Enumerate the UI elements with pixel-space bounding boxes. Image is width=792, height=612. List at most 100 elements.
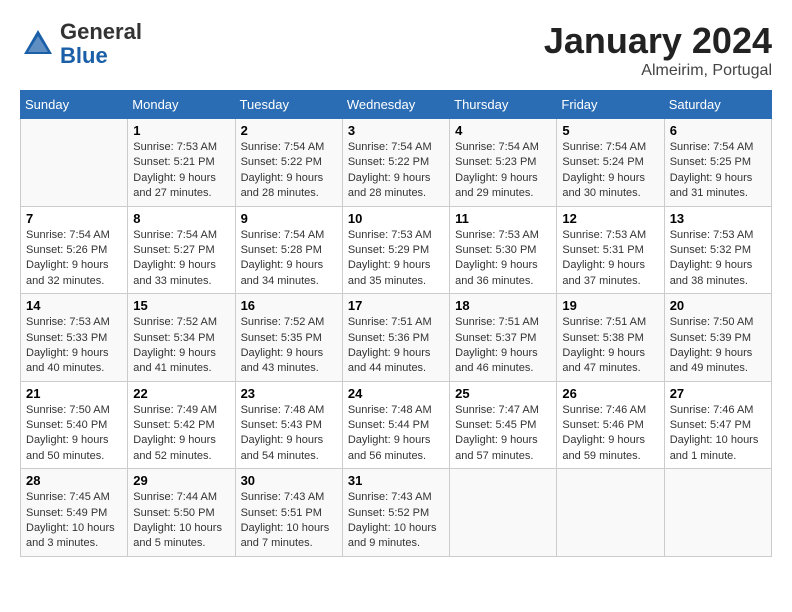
day-number: 25	[455, 386, 551, 401]
day-info: Sunrise: 7:54 AMSunset: 5:27 PMDaylight:…	[133, 228, 229, 290]
day-info: Sunrise: 7:54 AMSunset: 5:22 PMDaylight:…	[241, 140, 337, 202]
day-info: Sunrise: 7:44 AMSunset: 5:50 PMDaylight:…	[133, 490, 229, 552]
calendar-cell: 26Sunrise: 7:46 AMSunset: 5:46 PMDayligh…	[557, 381, 664, 469]
calendar-cell: 30 Sunrise: 7:43 AMSunset: 5:51 PMDayligh…	[235, 469, 342, 557]
calendar-week-row: 21Sunrise: 7:50 AMSunset: 5:40 PMDayligh…	[21, 381, 772, 469]
day-number: 15	[133, 298, 229, 313]
calendar-cell: 24 Sunrise: 7:48 AMSunset: 5:44 PMDayligh…	[342, 381, 449, 469]
calendar-cell: 29 Sunrise: 7:44 AMSunset: 5:50 PMDayligh…	[128, 469, 235, 557]
day-info: Sunrise: 7:54 AMSunset: 5:22 PMDaylight:…	[348, 140, 444, 202]
calendar-table: SundayMondayTuesdayWednesdayThursdayFrid…	[20, 90, 772, 557]
day-info: Sunrise: 7:53 AMSunset: 5:29 PMDaylight:…	[348, 228, 444, 290]
day-info: Sunrise: 7:52 AMSunset: 5:34 PMDaylight:…	[133, 315, 229, 377]
calendar-cell: 5 Sunrise: 7:54 AMSunset: 5:24 PMDaylight…	[557, 119, 664, 207]
day-info: Sunrise: 7:48 AMSunset: 5:43 PMDaylight:…	[241, 403, 337, 465]
calendar-cell: 4Sunrise: 7:54 AMSunset: 5:23 PMDaylight…	[450, 119, 557, 207]
calendar-week-row: 7 Sunrise: 7:54 AMSunset: 5:26 PMDaylight…	[21, 206, 772, 294]
day-number: 27	[670, 386, 766, 401]
day-info: Sunrise: 7:54 AMSunset: 5:28 PMDaylight:…	[241, 228, 337, 290]
calendar-cell: 7 Sunrise: 7:54 AMSunset: 5:26 PMDaylight…	[21, 206, 128, 294]
logo-text: General Blue	[60, 20, 142, 68]
day-info: Sunrise: 7:51 AMSunset: 5:36 PMDaylight:…	[348, 315, 444, 377]
day-info: Sunrise: 7:53 AMSunset: 5:21 PMDaylight:…	[133, 140, 229, 202]
day-info: Sunrise: 7:54 AMSunset: 5:25 PMDaylight:…	[670, 140, 766, 202]
calendar-week-row: 14Sunrise: 7:53 AMSunset: 5:33 PMDayligh…	[21, 294, 772, 382]
calendar-cell: 6 Sunrise: 7:54 AMSunset: 5:25 PMDaylight…	[664, 119, 771, 207]
day-number: 24	[348, 386, 444, 401]
calendar-cell: 18 Sunrise: 7:51 AMSunset: 5:37 PMDayligh…	[450, 294, 557, 382]
weekday-header: Tuesday	[235, 91, 342, 119]
day-number: 12	[562, 211, 658, 226]
weekday-header: Thursday	[450, 91, 557, 119]
calendar-cell: 16 Sunrise: 7:52 AMSunset: 5:35 PMDayligh…	[235, 294, 342, 382]
day-info: Sunrise: 7:50 AMSunset: 5:40 PMDaylight:…	[26, 403, 122, 465]
location: Almeirim, Portugal	[544, 62, 772, 80]
calendar-cell: 23 Sunrise: 7:48 AMSunset: 5:43 PMDayligh…	[235, 381, 342, 469]
calendar-cell: 3 Sunrise: 7:54 AMSunset: 5:22 PMDaylight…	[342, 119, 449, 207]
day-info: Sunrise: 7:47 AMSunset: 5:45 PMDaylight:…	[455, 403, 551, 465]
calendar-cell: 14Sunrise: 7:53 AMSunset: 5:33 PMDayligh…	[21, 294, 128, 382]
calendar-cell: 11 Sunrise: 7:53 AMSunset: 5:30 PMDayligh…	[450, 206, 557, 294]
day-info: Sunrise: 7:54 AMSunset: 5:23 PMDaylight:…	[455, 140, 551, 202]
day-info: Sunrise: 7:53 AMSunset: 5:31 PMDaylight:…	[562, 228, 658, 290]
day-number: 18	[455, 298, 551, 313]
day-number: 5	[562, 123, 658, 138]
day-info: Sunrise: 7:49 AMSunset: 5:42 PMDaylight:…	[133, 403, 229, 465]
title-block: January 2024 Almeirim, Portugal	[544, 20, 772, 80]
day-number: 1	[133, 123, 229, 138]
weekday-header: Friday	[557, 91, 664, 119]
day-info: Sunrise: 7:53 AMSunset: 5:32 PMDaylight:…	[670, 228, 766, 290]
weekday-header: Monday	[128, 91, 235, 119]
day-info: Sunrise: 7:54 AMSunset: 5:24 PMDaylight:…	[562, 140, 658, 202]
day-number: 11	[455, 211, 551, 226]
day-info: Sunrise: 7:52 AMSunset: 5:35 PMDaylight:…	[241, 315, 337, 377]
day-info: Sunrise: 7:51 AMSunset: 5:37 PMDaylight:…	[455, 315, 551, 377]
day-info: Sunrise: 7:53 AMSunset: 5:33 PMDaylight:…	[26, 315, 122, 377]
day-info: Sunrise: 7:46 AMSunset: 5:46 PMDaylight:…	[562, 403, 658, 465]
day-number: 23	[241, 386, 337, 401]
calendar-cell	[450, 469, 557, 557]
page-header: General Blue January 2024 Almeirim, Port…	[20, 20, 772, 80]
day-info: Sunrise: 7:51 AMSunset: 5:38 PMDaylight:…	[562, 315, 658, 377]
day-number: 7	[26, 211, 122, 226]
calendar-week-row: 1 Sunrise: 7:53 AMSunset: 5:21 PMDaylight…	[21, 119, 772, 207]
day-number: 10	[348, 211, 444, 226]
calendar-cell: 20Sunrise: 7:50 AMSunset: 5:39 PMDayligh…	[664, 294, 771, 382]
day-info: Sunrise: 7:54 AMSunset: 5:26 PMDaylight:…	[26, 228, 122, 290]
day-info: Sunrise: 7:53 AMSunset: 5:30 PMDaylight:…	[455, 228, 551, 290]
day-number: 17	[348, 298, 444, 313]
calendar-cell: 21Sunrise: 7:50 AMSunset: 5:40 PMDayligh…	[21, 381, 128, 469]
day-info: Sunrise: 7:43 AMSunset: 5:51 PMDaylight:…	[241, 490, 337, 552]
day-number: 28	[26, 473, 122, 488]
calendar-cell: 13 Sunrise: 7:53 AMSunset: 5:32 PMDayligh…	[664, 206, 771, 294]
day-number: 29	[133, 473, 229, 488]
month-title: January 2024	[544, 20, 772, 62]
calendar-cell: 27 Sunrise: 7:46 AMSunset: 5:47 PMDayligh…	[664, 381, 771, 469]
calendar-cell: 25 Sunrise: 7:47 AMSunset: 5:45 PMDayligh…	[450, 381, 557, 469]
calendar-week-row: 28Sunrise: 7:45 AMSunset: 5:49 PMDayligh…	[21, 469, 772, 557]
day-number: 30	[241, 473, 337, 488]
calendar-cell: 28Sunrise: 7:45 AMSunset: 5:49 PMDayligh…	[21, 469, 128, 557]
day-number: 19	[562, 298, 658, 313]
day-info: Sunrise: 7:50 AMSunset: 5:39 PMDaylight:…	[670, 315, 766, 377]
calendar-body: 1 Sunrise: 7:53 AMSunset: 5:21 PMDaylight…	[21, 119, 772, 557]
calendar-cell	[21, 119, 128, 207]
day-info: Sunrise: 7:46 AMSunset: 5:47 PMDaylight:…	[670, 403, 766, 465]
day-number: 6	[670, 123, 766, 138]
logo-icon	[20, 26, 56, 62]
day-number: 2	[241, 123, 337, 138]
day-number: 9	[241, 211, 337, 226]
calendar-cell: 17 Sunrise: 7:51 AMSunset: 5:36 PMDayligh…	[342, 294, 449, 382]
calendar-cell	[664, 469, 771, 557]
day-number: 16	[241, 298, 337, 313]
calendar-cell	[557, 469, 664, 557]
calendar-cell: 2 Sunrise: 7:54 AMSunset: 5:22 PMDaylight…	[235, 119, 342, 207]
logo-blue: Blue	[60, 43, 108, 68]
weekday-header: Sunday	[21, 91, 128, 119]
weekday-header: Wednesday	[342, 91, 449, 119]
day-info: Sunrise: 7:48 AMSunset: 5:44 PMDaylight:…	[348, 403, 444, 465]
day-number: 3	[348, 123, 444, 138]
calendar-cell: 22Sunrise: 7:49 AMSunset: 5:42 PMDayligh…	[128, 381, 235, 469]
day-info: Sunrise: 7:43 AMSunset: 5:52 PMDaylight:…	[348, 490, 444, 552]
day-number: 13	[670, 211, 766, 226]
